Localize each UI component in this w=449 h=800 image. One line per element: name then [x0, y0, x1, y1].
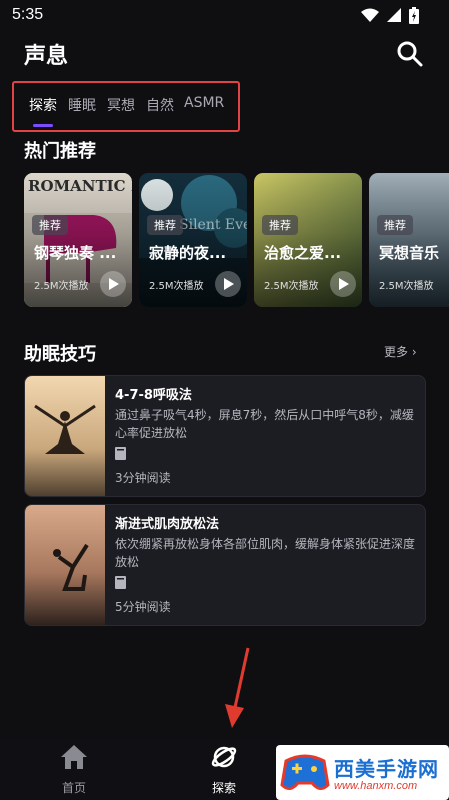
cell-signal-icon: [387, 8, 401, 22]
tab-meditation[interactable]: 冥想: [107, 95, 135, 115]
tip-description: 依次绷紧再放松身体各部位肌肉，缓解身体紧张促进深度放松: [115, 537, 416, 569]
recommend-card[interactable]: 推荐 冥想音乐 2.5M次播放: [369, 173, 449, 307]
tip-description: 通过鼻子吸气4秒，屏息7秒，然后从口中呼气8秒，减缓心率促进放松: [115, 408, 414, 440]
recommend-card[interactable]: Silent Evening 推荐 寂静的夜... 2.5M次播放: [139, 173, 247, 307]
play-count: 2.5M次播放: [34, 281, 89, 292]
tip-card[interactable]: 4-7-8呼吸法 通过鼻子吸气4秒，屏息7秒，然后从口中呼气8秒，减缓心率促进放…: [24, 375, 426, 497]
tip-card[interactable]: 渐进式肌肉放松法 依次绷紧再放松身体各部位肌肉，缓解身体紧张促进深度放松 5分钟…: [24, 504, 426, 626]
home-icon: [61, 745, 87, 769]
book-icon: [115, 447, 126, 460]
play-count: 2.5M次播放: [379, 281, 434, 292]
nav-home[interactable]: 首页: [39, 738, 109, 800]
play-button[interactable]: [215, 271, 241, 297]
muscle-relax-tip-image: [25, 505, 105, 625]
planet-icon: [211, 746, 237, 768]
status-bar: 5:35: [0, 0, 449, 32]
play-button[interactable]: [330, 271, 356, 297]
recommend-section-title: 热门推荐: [24, 141, 96, 162]
recommend-title: 钢琴独奏 ...: [34, 244, 117, 262]
chevron-right-icon: ›: [411, 345, 417, 359]
recommend-tag: 推荐: [32, 215, 68, 235]
gamepad-logo-icon: [280, 754, 330, 790]
play-count: 2.5M次播放: [149, 281, 204, 292]
status-time: 5:35: [12, 6, 44, 23]
tab-explore[interactable]: 探索: [29, 95, 57, 115]
more-label: 更多: [384, 345, 409, 359]
recommend-tag: 推荐: [377, 215, 413, 235]
tab-asmr[interactable]: ASMR: [184, 95, 224, 111]
play-icon: [339, 278, 349, 290]
recommend-tag: 推荐: [147, 215, 183, 235]
tip-title: 渐进式肌肉放松法: [115, 517, 220, 532]
nav-home-label: 首页: [61, 781, 86, 795]
tab-nature[interactable]: 自然: [146, 95, 174, 115]
more-link[interactable]: 更多 ›: [384, 343, 417, 360]
breathing-tip-image: [25, 376, 105, 496]
wifi-icon: [361, 8, 379, 22]
recommend-tag: 推荐: [262, 215, 298, 235]
tab-sleep[interactable]: 睡眠: [68, 95, 96, 115]
play-icon: [109, 278, 119, 290]
active-tab-indicator: [33, 124, 53, 127]
app-title: 声息: [24, 44, 69, 69]
cover-text: Silent Evening: [179, 217, 247, 233]
search-button[interactable]: [396, 40, 424, 68]
read-time: 5分钟阅读: [115, 600, 171, 614]
recommend-title: 寂静的夜...: [149, 244, 227, 262]
recommend-card[interactable]: ROMANTIC PIANO 推荐 钢琴独奏 ... 2.5M次播放: [24, 173, 132, 307]
watermark-text: 西美手游网: [334, 757, 439, 781]
search-icon: [397, 41, 423, 67]
category-tabs: 探索 睡眠 冥想 自然 ASMR: [12, 81, 240, 132]
battery-icon: [409, 6, 419, 24]
play-count: 2.5M次播放: [264, 281, 319, 292]
play-button[interactable]: [100, 271, 126, 297]
nav-explore[interactable]: 探索: [189, 738, 259, 800]
recommend-card[interactable]: 推荐 治愈之爱... 2.5M次播放: [254, 173, 362, 307]
tip-title: 4-7-8呼吸法: [115, 388, 192, 403]
tips-section-title: 助眠技巧: [24, 344, 96, 365]
nav-explore-label: 探索: [211, 781, 236, 795]
watermark-url: www.hanxm.com: [334, 780, 418, 792]
recommend-title: 冥想音乐: [379, 244, 440, 262]
recommend-title: 治愈之爱...: [264, 244, 342, 262]
cover-text: ROMANTIC PIANO: [28, 177, 132, 195]
read-time: 3分钟阅读: [115, 471, 171, 485]
book-icon: [115, 576, 126, 589]
status-icons: [361, 6, 419, 24]
play-icon: [224, 278, 234, 290]
annotation-arrow: [225, 647, 250, 728]
site-watermark: 西美手游网 www.hanxm.com: [276, 745, 449, 800]
